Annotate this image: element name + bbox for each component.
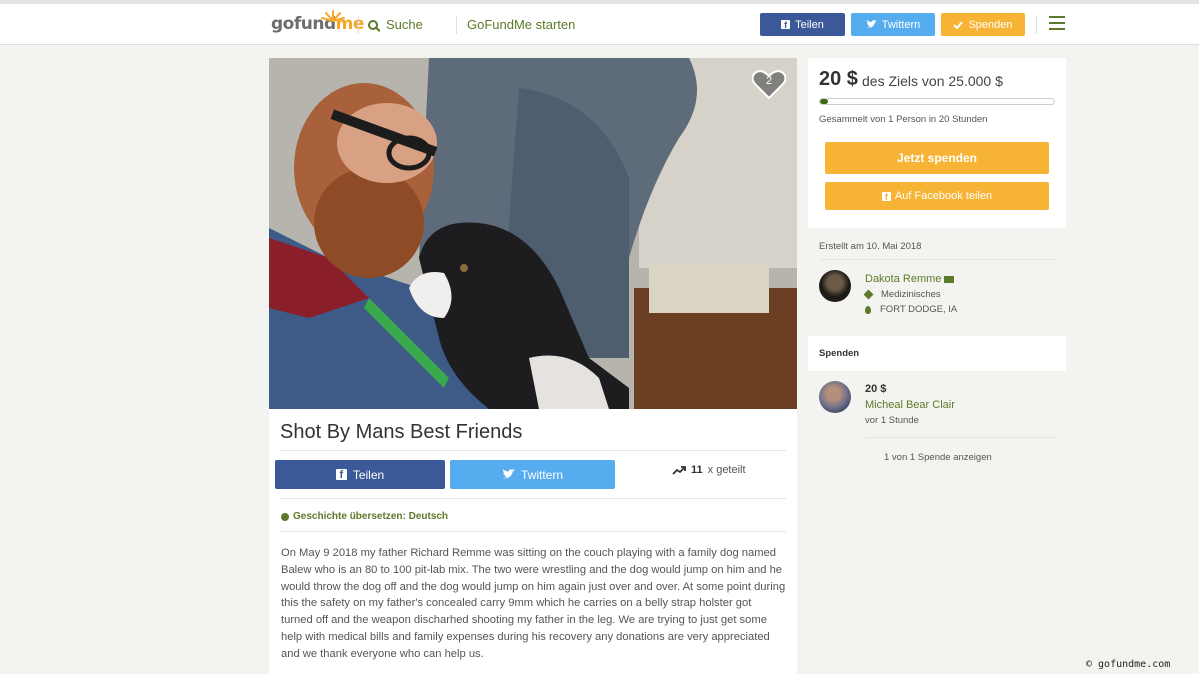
campaign-category: Medizinisches [863,289,941,300]
campaign-location: FORT DODGE, IA [865,304,957,315]
start-campaign-link[interactable]: GoFundMe starten [467,17,575,32]
globe-icon [281,512,289,521]
search-link[interactable]: Suche [368,17,423,32]
facebook-share-label: Teilen [352,467,385,482]
header-twitter-share-label: Twittern [881,18,921,31]
facebook-icon: f [881,191,891,202]
organizer-avatar[interactable] [819,270,851,302]
envelope-icon[interactable] [944,275,955,283]
header-divider [358,16,359,34]
divider [819,259,1056,260]
divider [280,531,786,532]
twitter-share-label: Twittern [520,467,563,482]
heart-count: 2 [765,75,773,87]
donation-time: vor 1 Stunde [865,415,919,426]
image-credit: © gofundme.com [1086,659,1171,670]
hamburger-menu-icon[interactable] [1049,16,1065,30]
donor-avatar [819,381,851,413]
campaign-title: Shot By Mans Best Friends [280,421,523,443]
tag-icon [863,289,874,300]
divider [280,498,786,499]
goal-progress-fill [820,99,828,104]
organizer-name-link[interactable]: Dakota Remme [865,273,955,285]
campaign-photo[interactable] [269,58,797,409]
goal-amount-text: des Ziels von 25.000 $ [862,73,1003,89]
header-divider [1036,16,1037,34]
header-facebook-share-button[interactable]: f Teilen [760,13,845,36]
goal-progress-bar [819,98,1055,105]
twitter-share-button[interactable]: Twittern [450,460,615,489]
search-label: Suche [386,17,423,32]
map-pin-icon [865,305,871,314]
header-donate-button[interactable]: Spenden [941,13,1025,36]
twitter-icon [865,20,877,28]
trending-up-icon [672,465,686,475]
facebook-icon: f [781,20,791,30]
header-divider [456,16,457,34]
category-label: Medizinisches [881,289,941,300]
site-header: gofundme Suche GoFundMe starten f Teilen… [0,4,1199,45]
facebook-share-sidebar-button[interactable]: f Auf Facebook teilen [825,182,1049,210]
search-icon [368,19,378,30]
facebook-share-sidebar-label: Auf Facebook teilen [894,190,993,202]
facebook-share-button[interactable]: f Teilen [275,460,445,489]
share-count-suffix: x geteilt [707,464,746,476]
facebook-icon: f [335,469,347,481]
divider [865,437,1056,438]
share-count-number: 11 [691,464,703,476]
checkmark-icon [953,20,964,29]
donations-heading: Spenden [819,348,860,359]
created-date: Erstellt am 10. Mai 2018 [819,241,922,252]
collected-text: Gesammelt von 1 Person in 20 Stunden [819,114,988,125]
divider [280,450,786,451]
share-count: 11 x geteilt [672,464,746,476]
gofundme-logo[interactable]: gofundme [271,14,364,34]
amount-raised: 20 $ [819,68,858,90]
location-label: FORT DODGE, IA [880,304,958,315]
translate-story-label: Geschichte übersetzen: Deutsch [293,511,449,522]
show-all-donations-link[interactable]: 1 von 1 Spende anzeigen [884,452,992,463]
campaign-story: On May 9 2018 my father Richard Remme wa… [281,547,786,660]
header-facebook-share-label: Teilen [795,18,824,31]
donor-name: Micheal Bear Clair [865,399,955,411]
donate-now-button[interactable]: Jetzt spenden [825,142,1049,174]
header-donate-label: Spenden [968,18,1013,31]
header-twitter-share-button[interactable]: Twittern [851,13,935,36]
organizer-name: Dakota Remme [865,273,942,285]
donation-amount: 20 $ [865,383,887,395]
twitter-icon [501,469,515,479]
translate-story-link[interactable]: Geschichte übersetzen: Deutsch [281,511,448,522]
logo-sun-icon [321,10,345,22]
